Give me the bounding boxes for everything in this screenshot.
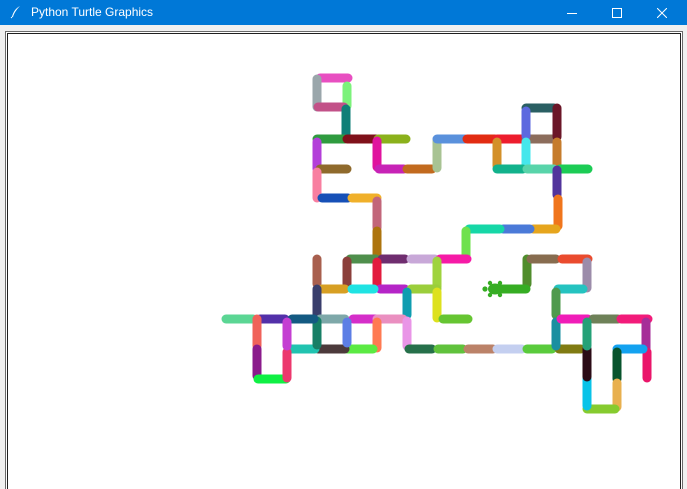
turtle-window: Python Turtle Graphics [0,0,687,489]
turtle-icon [482,280,506,298]
turtle-drawing [221,73,653,414]
